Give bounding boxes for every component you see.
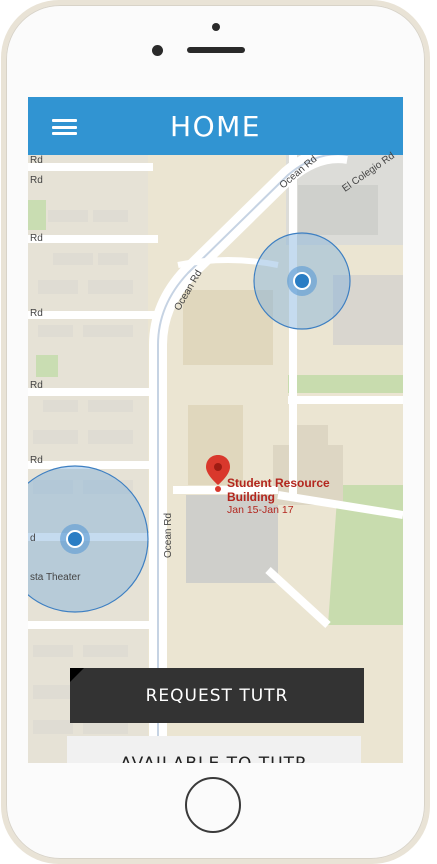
road-label: sta Theater [30, 572, 81, 583]
poi-name: Student Resource Building [227, 476, 347, 504]
request-tutr-button[interactable]: REQUEST TUTR [70, 668, 364, 723]
road-label: Rd [30, 308, 43, 319]
home-button[interactable] [185, 777, 241, 833]
available-to-tutr-button[interactable]: AVAILABLE TO TUTR [67, 736, 361, 763]
front-camera [152, 45, 163, 56]
button-corner-accent [70, 668, 84, 682]
request-tutr-label: REQUEST TUTR [145, 685, 289, 706]
poi-name-line1: Student Resource [227, 476, 330, 490]
road-label: Rd [30, 380, 43, 391]
app-bar: HOME [28, 97, 403, 155]
proximity-sensor [212, 23, 220, 31]
poi-dates: Jan 15-Jan 17 [227, 504, 294, 516]
road-label: d [30, 533, 36, 544]
road-label: Rd [30, 155, 43, 166]
app-screen: HOME Rd Rd Rd Rd Rd Rd d Ocean Rd Ocean … [28, 97, 403, 763]
earpiece-speaker [187, 47, 245, 53]
page-title: HOME [170, 110, 261, 143]
road-label: Ocean Rd [163, 512, 175, 559]
road-label: Rd [30, 233, 43, 244]
poi-name-line2: Building [227, 490, 275, 504]
road-label: Rd [30, 455, 43, 466]
available-to-tutr-label: AVAILABLE TO TUTR [120, 754, 308, 764]
map-view[interactable]: Rd Rd Rd Rd Rd Rd d Ocean Rd Ocean Rd Oc… [28, 150, 403, 763]
road-label: Rd [30, 175, 43, 186]
